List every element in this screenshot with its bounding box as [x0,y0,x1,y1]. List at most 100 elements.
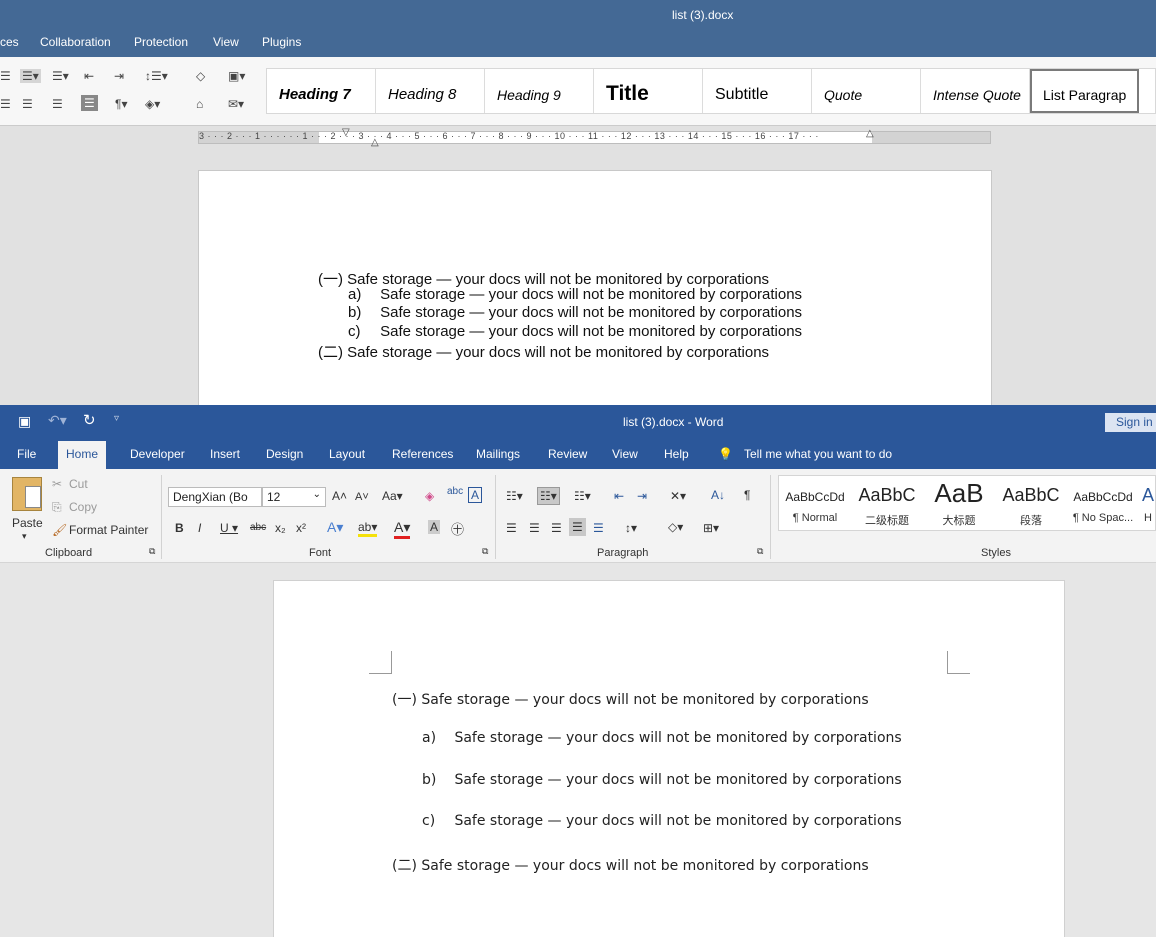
gallery-style-heading2[interactable]: AaBbC 二级标题 [851,476,923,530]
align-left-icon[interactable]: ☰ [0,97,11,111]
decrease-indent-icon[interactable]: ⇤ [614,489,624,503]
left-indent-icon[interactable]: △ [371,137,379,148]
gallery-style-heading[interactable]: A H [1139,476,1155,530]
undo-icon[interactable]: ↶▾ [48,412,67,429]
style-intense-quote[interactable]: Intense Quote [921,69,1030,113]
align-left-icon[interactable]: ☰ [506,521,517,535]
tab-mailings[interactable]: Mailings [476,447,520,461]
font-name-combo[interactable]: DengXian (Bo [168,487,262,507]
numbering-icon[interactable]: ☷▾ [537,487,560,505]
format-painter-button[interactable]: Format Painter [69,523,148,537]
oo-tab-references[interactable]: ces [0,35,19,49]
tab-home[interactable]: Home [58,441,107,469]
style-title[interactable]: Title [594,69,703,113]
paragraph-shading-icon[interactable]: ◈▾ [145,97,160,111]
phonetic-guide-icon[interactable]: abc [447,486,463,497]
tab-help[interactable]: Help [664,447,689,461]
tab-layout[interactable]: Layout [329,447,365,461]
align-center-icon[interactable]: ☰ [529,521,540,535]
format-painter-icon[interactable]: 🖌 [52,523,67,537]
customize-toolbar-icon[interactable]: ▿ [114,413,119,424]
save-icon[interactable]: ▣ [18,413,31,430]
redo-icon[interactable]: ↻ [83,411,96,429]
style-heading-7[interactable]: Heading 7 [267,69,376,113]
gallery-style-normal[interactable]: AaBbCcDd ¶ Normal [779,476,851,530]
gallery-style-title[interactable]: AaB 大标题 [923,476,995,530]
gallery-style-no-spacing[interactable]: AaBbCcDd ¶ No Spac... [1067,476,1139,530]
word-document-page[interactable]: (一) Safe storage — your docs will not be… [273,580,1065,937]
clear-style-icon[interactable]: ◇ [196,69,205,83]
copy-icon[interactable]: ⎘ [52,500,62,515]
style-heading-8[interactable]: Heading 8 [376,69,485,113]
oo-tab-collaboration[interactable]: Collaboration [40,35,111,49]
character-shading-icon[interactable]: A [428,520,441,534]
align-right-icon[interactable]: ☰ [52,97,63,111]
cut-icon[interactable]: ✂ [52,477,62,491]
gallery-style-paragraph[interactable]: AaBbC 段落 [995,476,1067,530]
font-size-combo[interactable]: 12 ⌄ [262,487,326,507]
line-spacing-icon[interactable]: ↕☰▾ [145,69,168,83]
paste-button[interactable]: Paste [12,516,43,530]
numbering-icon[interactable]: ☰▾ [20,69,41,83]
tab-review[interactable]: Review [548,447,587,461]
style-subtitle[interactable]: Subtitle [703,69,812,113]
tab-design[interactable]: Design [266,447,303,461]
tab-view[interactable]: View [612,447,638,461]
tab-references[interactable]: References [392,447,453,461]
align-center-icon[interactable]: ☰ [22,97,33,111]
underline-icon[interactable]: U ▾ [220,521,238,535]
text-effects-icon[interactable]: A▾ [327,519,343,536]
multilevel-list-icon[interactable]: ☰▾ [52,69,69,83]
paste-icon[interactable] [12,477,42,511]
style-quote[interactable]: Quote [812,69,921,113]
line-spacing-icon[interactable]: ↕▾ [625,521,637,535]
align-right-icon[interactable]: ☰ [551,521,562,535]
increase-indent-icon[interactable]: ⇥ [637,489,647,503]
strikethrough-icon[interactable]: abc [250,522,266,533]
shrink-font-icon[interactable]: A˅ [355,491,369,503]
subscript-icon[interactable]: x₂ [275,521,286,535]
lightbulb-icon[interactable]: 💡 [718,447,733,461]
pilcrow-icon[interactable]: ¶▾ [115,97,127,111]
style-list-paragraph[interactable]: List Paragrap [1030,69,1139,113]
right-indent-icon[interactable]: △ [866,128,874,139]
distributed-icon[interactable]: ☰ [593,521,604,535]
cut-button[interactable]: Cut [69,477,88,491]
oo-tab-plugins[interactable]: Plugins [262,35,301,49]
borders-icon[interactable]: ⊞▾ [703,521,719,535]
shading-icon[interactable]: ◇▾ [668,520,683,534]
bullets-icon[interactable]: ☷▾ [506,489,523,503]
oo-tab-view[interactable]: View [213,35,239,49]
asian-layout-icon[interactable]: ✕▾ [670,489,686,503]
justify-icon[interactable]: ☰ [81,95,98,111]
highlight-icon[interactable]: ab▾ [358,520,378,537]
grow-font-icon[interactable]: A˄ [332,489,347,503]
bullets-icon[interactable]: ☰ [0,69,11,83]
mail-merge-icon[interactable]: ✉▾ [228,97,244,111]
sort-icon[interactable]: A↓ [711,488,725,502]
clear-formatting-icon[interactable]: ◈ [425,489,434,503]
style-heading-9[interactable]: Heading 9 [485,69,594,113]
paste-dropdown-icon[interactable]: ▾ [22,531,27,542]
tell-me-search[interactable]: Tell me what you want to do [744,447,892,461]
sign-in-button[interactable]: Sign in [1105,413,1156,432]
increase-indent-icon[interactable]: ⇥ [114,69,124,83]
multilevel-list-icon[interactable]: ☷▾ [574,489,591,503]
shading-icon[interactable]: ▣▾ [228,69,245,83]
oo-document-page[interactable]: (一) Safe storage — your docs will not be… [198,170,992,405]
font-launcher-icon[interactable]: ⧉ [482,546,488,557]
change-case-icon[interactable]: Aa▾ [382,489,403,503]
oo-tab-protection[interactable]: Protection [134,35,188,49]
first-line-indent-icon[interactable]: ▽ [342,127,350,138]
italic-icon[interactable]: I [198,521,201,535]
paragraph-launcher-icon[interactable]: ⧉ [757,546,763,557]
enclose-characters-icon[interactable]: ㊉ [451,519,464,538]
show-marks-icon[interactable]: ¶ [744,488,750,502]
justify-icon[interactable]: ☰ [569,518,586,536]
superscript-icon[interactable]: x² [296,521,306,535]
oo-ruler[interactable]: 3 · · · 2 · · · 1 · · · · · · 1 · · · 2 … [198,127,991,148]
character-border-icon[interactable]: A [468,487,483,503]
copy-style-icon[interactable]: ⌂ [196,97,203,111]
clipboard-launcher-icon[interactable]: ⧉ [149,546,155,557]
tab-insert[interactable]: Insert [210,447,240,461]
